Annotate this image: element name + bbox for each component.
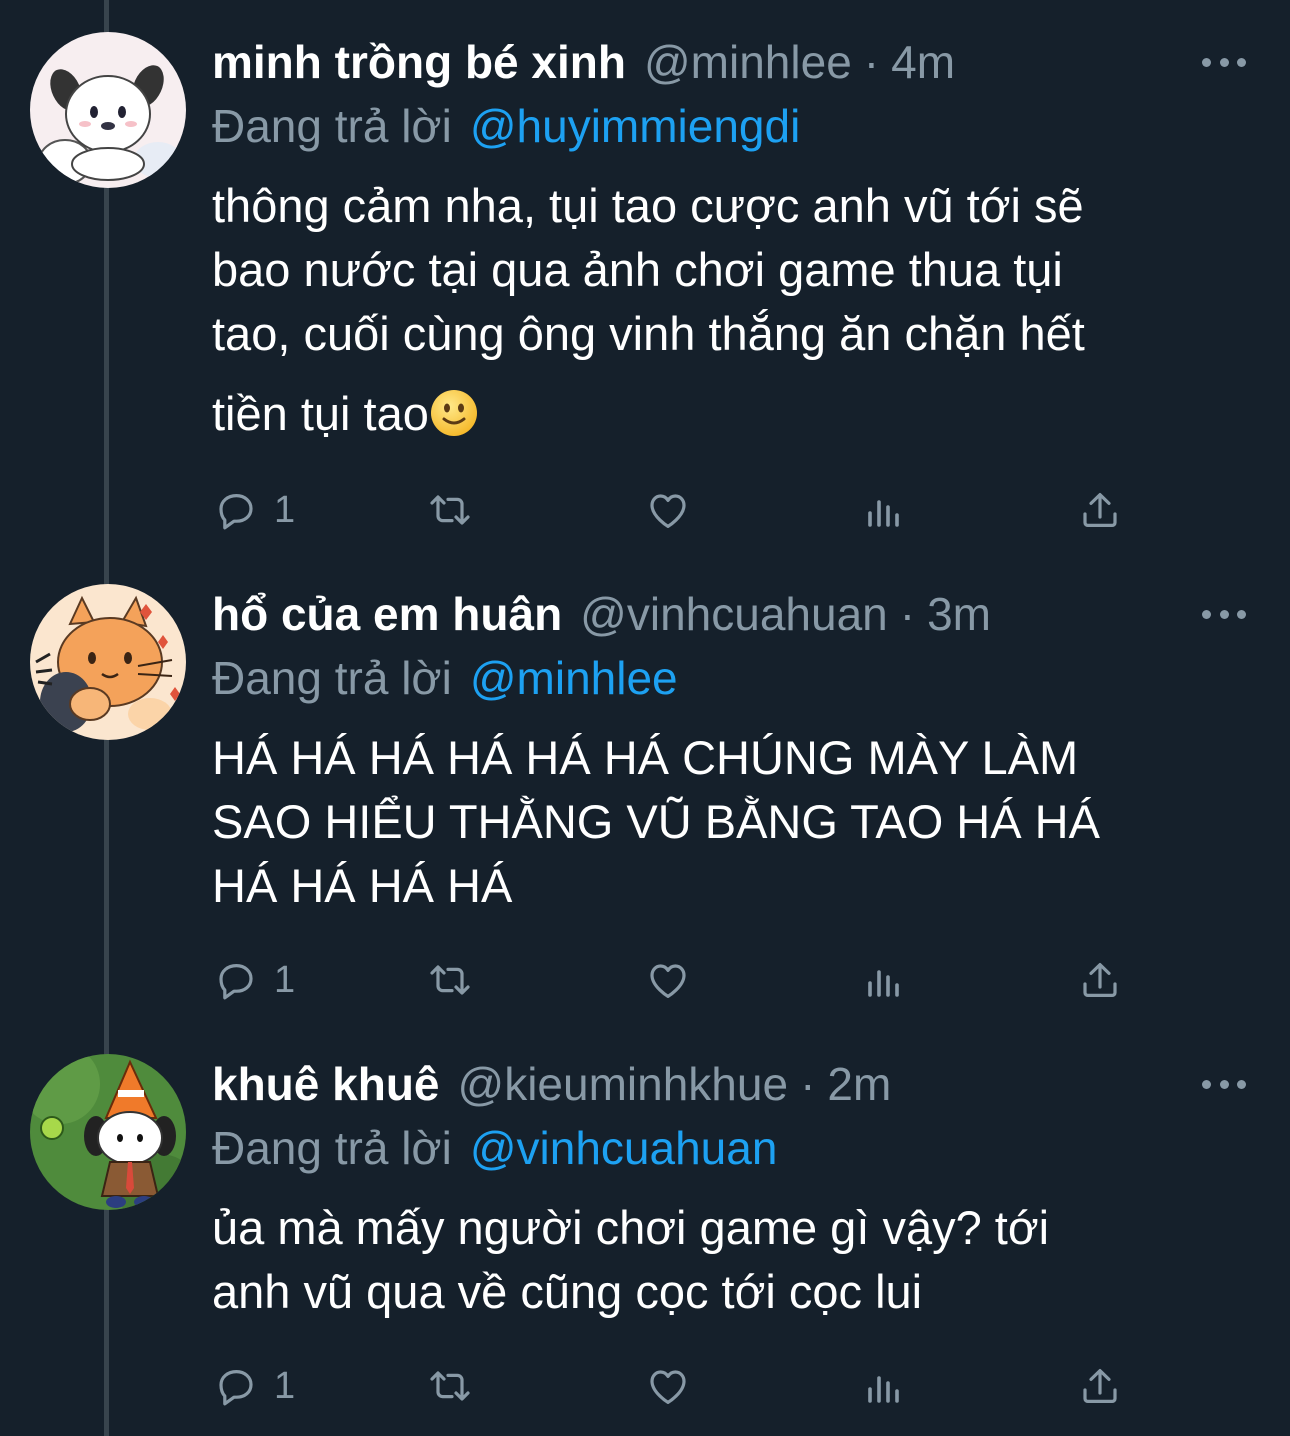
like-icon — [650, 964, 686, 998]
share-button[interactable] — [1076, 950, 1124, 1010]
timestamp[interactable]: 3m — [927, 582, 991, 646]
avatar[interactable] — [30, 1054, 186, 1210]
share-icon — [1083, 493, 1117, 527]
tweet-text-line: bao nước tại qua ảnh chơi game thua tụi — [212, 243, 1063, 296]
tweet-actions: 1 — [212, 950, 1122, 1010]
separator-dot: · — [863, 36, 880, 88]
timestamp[interactable]: 2m — [827, 1052, 891, 1116]
replying-to-label: Đang trả lời — [212, 1122, 452, 1174]
retweet-icon — [430, 965, 470, 995]
share-icon — [1083, 1369, 1117, 1403]
share-button[interactable] — [1076, 1356, 1124, 1416]
like-icon — [650, 494, 686, 528]
reply-icon — [219, 964, 253, 1000]
separator-dot: · — [800, 1058, 816, 1110]
retweet-icon — [430, 1371, 470, 1401]
user-handle[interactable]: @minhlee — [644, 30, 852, 94]
user-handle[interactable]: @vinhcuahuan — [580, 582, 888, 646]
replying-to: Đang trả lời @vinhcuahuan — [212, 1116, 777, 1180]
tweet-text-line: tiền tụi tao — [212, 387, 429, 440]
tweet-header: hổ của em huân @vinhcuahuan · 3m — [212, 582, 1290, 646]
share-button[interactable] — [1076, 480, 1124, 540]
reply-icon — [219, 494, 253, 530]
user-handle[interactable]: @kieuminhkhue — [458, 1052, 789, 1116]
tweet-text: ủa mà mấy người chơi game gì vậy? tới an… — [212, 1196, 1262, 1324]
reply-count: 1 — [274, 958, 296, 1001]
tweet-actions: 1 — [212, 1356, 1122, 1416]
white-puppy-avatar-image — [30, 32, 186, 188]
more-icon[interactable] — [1202, 40, 1246, 84]
reply-button[interactable]: 1 — [212, 950, 295, 1010]
reply-icon — [219, 1370, 253, 1406]
more-icon[interactable] — [1202, 592, 1246, 636]
analytics-icon — [868, 500, 899, 527]
retweet-button[interactable] — [426, 1356, 474, 1416]
reply-button[interactable]: 1 — [212, 480, 295, 540]
tweet-text-last-line: tiền tụi tao — [212, 382, 1262, 446]
slightly-smiling-face-icon — [430, 390, 477, 436]
tweet-text-line: HÁ HÁ HÁ HÁ HÁ HÁ CHÚNG MÀY LÀM — [212, 731, 1079, 784]
like-button[interactable] — [644, 480, 692, 540]
analytics-button[interactable] — [860, 1356, 908, 1416]
tweet-text-line: anh vũ qua về cũng cọc tới cọc lui — [212, 1265, 923, 1318]
reply-button[interactable]: 1 — [212, 1356, 295, 1416]
tweet-header: khuê khuê @kieuminhkhue · 2m — [212, 1052, 1290, 1116]
replying-to-label: Đang trả lời — [212, 100, 452, 152]
puppy-traffic-cone-avatar-image — [30, 1054, 186, 1210]
tweet-text-line: ủa mà mấy người chơi game gì vậy? tới — [212, 1201, 1050, 1254]
tweet-text-line: HÁ HÁ HÁ HÁ — [212, 859, 513, 912]
tweet-text-line: tao, cuối cùng ông vinh thắng ăn chặn hế… — [212, 307, 1085, 360]
avatar[interactable] — [30, 32, 186, 188]
share-icon — [1083, 963, 1117, 997]
display-name[interactable]: khuê khuê — [212, 1052, 440, 1116]
like-button[interactable] — [644, 950, 692, 1010]
timestamp[interactable]: 4m — [891, 30, 955, 94]
reply-count: 1 — [274, 1364, 296, 1407]
display-name[interactable]: minh trồng bé xinh — [212, 30, 626, 94]
avatar[interactable] — [30, 584, 186, 740]
reply-mention-link[interactable]: @huyimmiengdi — [470, 100, 801, 152]
display-name[interactable]: hổ của em huân — [212, 582, 562, 646]
separator-dot: · — [899, 588, 916, 640]
reply-count: 1 — [274, 488, 296, 531]
retweet-icon — [430, 495, 470, 525]
tweet-text-line: SAO HIỂU THẰNG VŨ BẰNG TAO HÁ HÁ — [212, 795, 1100, 848]
orange-cat-avatar-image — [30, 584, 186, 740]
reply-mention-link[interactable]: @minhlee — [470, 652, 678, 704]
tweet-text-line: thông cảm nha, tụi tao cược anh vũ tới s… — [212, 179, 1084, 232]
like-button[interactable] — [644, 1356, 692, 1416]
replying-to-label: Đang trả lời — [212, 652, 452, 704]
more-icon[interactable] — [1202, 1062, 1246, 1106]
tweet-text: thông cảm nha, tụi tao cược anh vũ tới s… — [212, 174, 1262, 446]
replying-to: Đang trả lời @minhlee — [212, 646, 678, 710]
analytics-button[interactable] — [860, 480, 908, 540]
analytics-icon — [868, 970, 899, 997]
tweet-actions: 1 — [212, 480, 1122, 540]
replying-to: Đang trả lời @huyimmiengdi — [212, 94, 800, 158]
analytics-button[interactable] — [860, 950, 908, 1010]
analytics-icon — [868, 1376, 899, 1403]
retweet-button[interactable] — [426, 480, 474, 540]
like-icon — [650, 1370, 686, 1404]
reply-mention-link[interactable]: @vinhcuahuan — [470, 1122, 778, 1174]
tweet-text: HÁ HÁ HÁ HÁ HÁ HÁ CHÚNG MÀY LÀM SAO HIỂU… — [212, 726, 1262, 918]
tweet-header: minh trồng bé xinh @minhlee · 4m — [212, 30, 1290, 94]
retweet-button[interactable] — [426, 950, 474, 1010]
